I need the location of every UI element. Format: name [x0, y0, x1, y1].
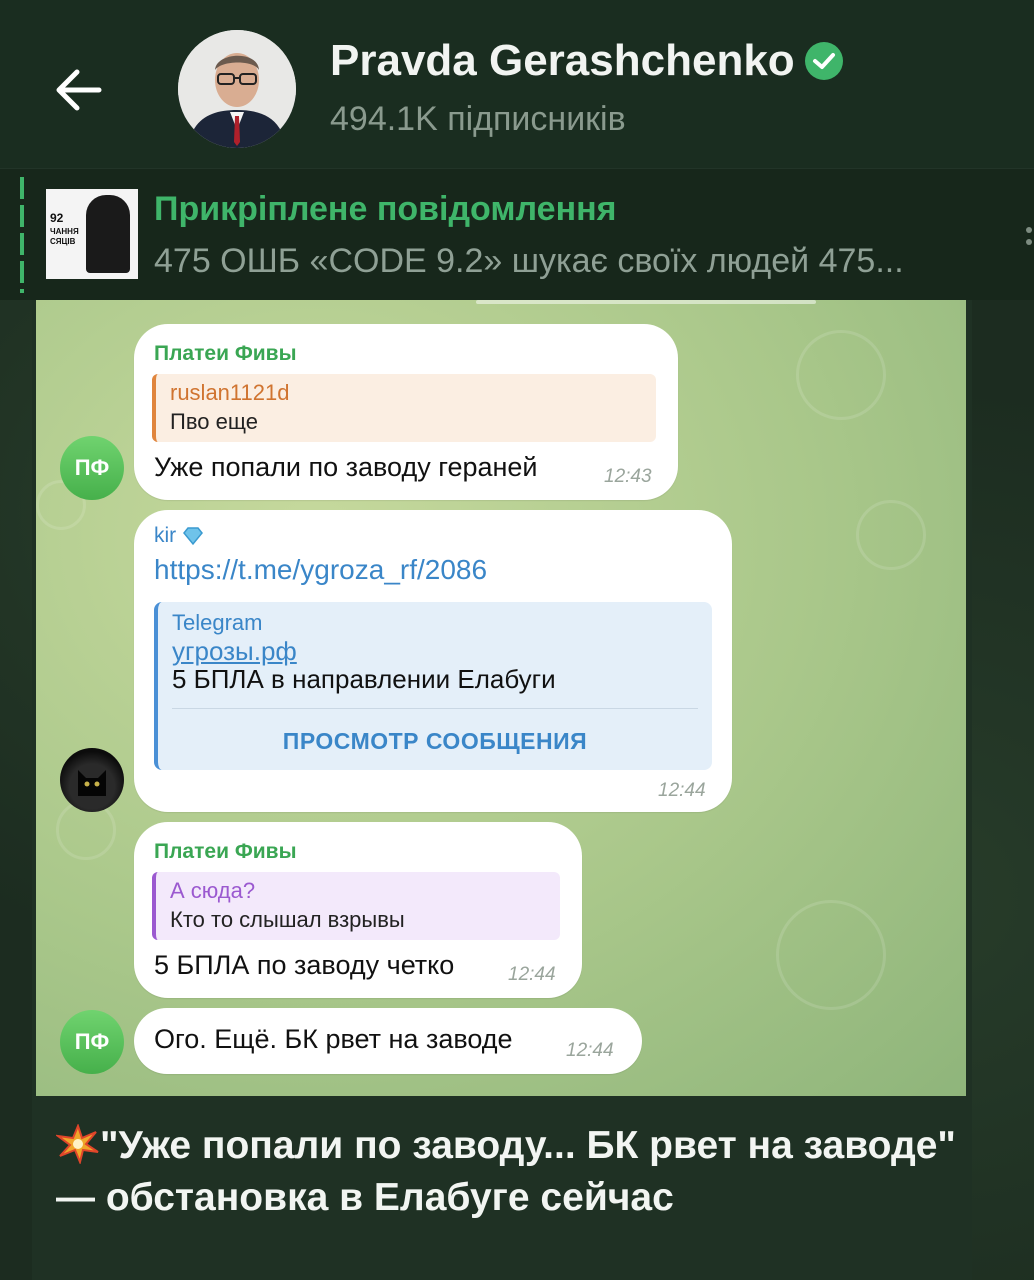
sender-name: kir — [154, 524, 177, 547]
silhouette-icon — [86, 195, 130, 273]
message-sender: Платеи Фивы — [154, 342, 297, 365]
thumb-text-3: СЯЦІВ — [50, 237, 76, 246]
collision-emoji-icon — [56, 1124, 99, 1164]
doodle — [776, 900, 886, 1010]
chat-header: Pravda Gerashchenko 494.1K підписників — [0, 0, 1034, 168]
doodle — [856, 500, 926, 570]
channel-avatar[interactable] — [178, 30, 296, 148]
message-text: 5 БПЛА по заводу четко — [154, 950, 455, 980]
preview-site: Telegram — [172, 610, 263, 635]
arrow-left-icon — [56, 69, 102, 111]
preview-title[interactable]: угрозы.рф — [172, 636, 297, 667]
reply-text: Кто то слышал взрывы — [170, 907, 405, 932]
message-time: 12:44 — [508, 964, 556, 985]
pinned-text: 475 ОШБ «CODE 9.2» шукає своїх людей 475… — [154, 242, 904, 280]
view-message-button[interactable]: ПРОСМОТР СООБЩЕНИЯ — [158, 728, 712, 755]
sender-avatar-cat[interactable] — [60, 748, 124, 812]
pinned-scroll-icon — [1024, 222, 1034, 262]
message-link[interactable]: https://t.me/ygroza_rf/2086 — [154, 554, 487, 586]
message-time: 12:44 — [658, 780, 706, 801]
message-text: Уже попали по заводу гераней — [154, 452, 538, 482]
channel-name: Pravda Gerashchenko — [330, 36, 795, 85]
verified-badge-icon — [804, 42, 843, 80]
thumb-text-2: ЧАННЯ — [50, 227, 79, 236]
reply-author: ruslan1121d — [170, 380, 290, 405]
sender-avatar[interactable]: ПФ — [60, 436, 124, 500]
back-button[interactable] — [48, 60, 108, 120]
sender-avatar[interactable]: ПФ — [60, 1010, 124, 1074]
message-sender: kir — [154, 524, 204, 548]
message-time: 12:43 — [604, 466, 652, 487]
message-sender: Платеи Фивы — [154, 840, 297, 863]
message-bubble[interactable]: Ого. Ещё. БК рвет на заводе 12:44 — [134, 1008, 642, 1074]
message-bubble[interactable]: Платеи Фивы А сюда? Кто то слышал взрывы… — [134, 822, 582, 998]
diamond-emoji-icon — [183, 527, 204, 546]
divider — [172, 708, 698, 709]
link-preview[interactable]: Telegram угрозы.рф 5 БПЛА в направлении … — [154, 602, 712, 770]
pinned-indicator — [20, 177, 24, 293]
message-time: 12:44 — [566, 1040, 614, 1061]
message-bubble[interactable]: Платеи Фивы ruslan1121d Пво еще Уже попа… — [134, 324, 678, 500]
cropped-header — [476, 300, 816, 304]
cat-icon — [78, 770, 106, 796]
preview-text: 5 БПЛА в направлении Елабуги — [172, 664, 556, 694]
channel-title[interactable]: Pravda Gerashchenko — [330, 36, 843, 86]
reply-quote[interactable]: ruslan1121d Пво еще — [152, 374, 656, 442]
caption-text: "Уже попали по заводу... БК рвет на заво… — [56, 1124, 956, 1219]
pinned-label: Прикріплене повідомлення — [154, 190, 617, 228]
subscriber-count: 494.1K підписників — [330, 100, 626, 138]
reply-quote[interactable]: А сюда? Кто то слышал взрывы — [152, 872, 560, 940]
thumb-text-1: 92 — [50, 211, 64, 225]
message-text: Ого. Ещё. БК рвет на заводе — [154, 1024, 513, 1054]
post-caption: "Уже попали по заводу... БК рвет на заво… — [56, 1120, 956, 1224]
doodle — [796, 330, 886, 420]
pinned-thumbnail: 92 ЧАННЯ СЯЦІВ — [46, 189, 138, 279]
reply-author: А сюда? — [170, 878, 256, 903]
person-portrait-icon — [178, 30, 296, 148]
reply-text: Пво еще — [170, 409, 258, 434]
